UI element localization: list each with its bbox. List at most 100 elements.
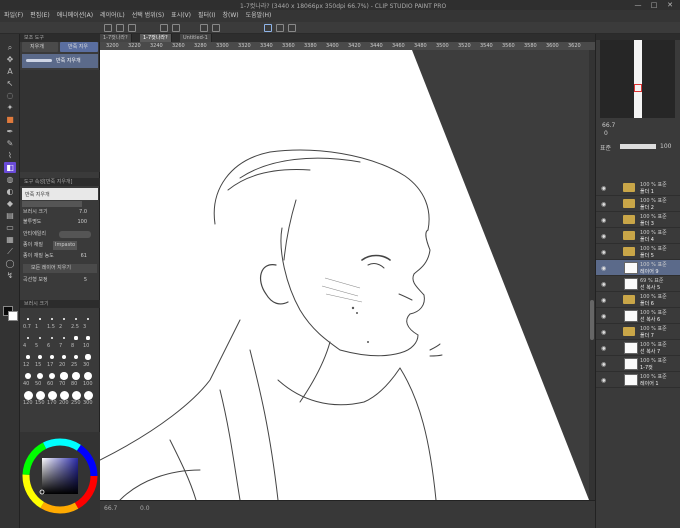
prop-brush-size[interactable]: 브러시 크기 7.0 (23, 208, 97, 217)
brush-size-option[interactable] (85, 354, 91, 360)
menu-animation[interactable]: 애니메이션(A) (57, 10, 93, 22)
tab-untitled[interactable]: Untitled-1 (180, 34, 212, 42)
visibility-eye-icon[interactable]: ◉ (601, 297, 606, 304)
layer-row[interactable]: ◉ 100 % 표준 폴더 6 (596, 292, 680, 308)
brush-size-option[interactable] (72, 372, 80, 380)
pencil-tool-icon[interactable]: ✎ (4, 138, 16, 149)
canvas-area[interactable] (100, 50, 595, 500)
color-wheel[interactable] (20, 432, 100, 518)
layer-row[interactable]: ◉ 100 % 표준 선 복사 6 (596, 308, 680, 324)
lasso-tool-icon[interactable]: ◌ (4, 90, 16, 101)
visibility-eye-icon[interactable]: ◉ (601, 361, 606, 368)
brush-size-option[interactable] (74, 317, 78, 321)
brush-size-option[interactable] (39, 318, 41, 320)
navigator-angle-value[interactable]: 0 (604, 130, 608, 137)
ruler-tool-icon[interactable]: ⟋ (4, 246, 16, 257)
angle-status[interactable]: 0.0 (140, 505, 150, 512)
menu-window[interactable]: 창(W) (223, 10, 239, 22)
open-file-icon[interactable] (116, 24, 124, 32)
correct-line-tool-icon[interactable]: ↯ (4, 270, 16, 281)
sub-tool-knead-eraser-button[interactable]: 반죽 지우 (60, 42, 98, 52)
frame-tool-icon[interactable]: ▦ (4, 234, 16, 245)
sub-tool-eraser-button[interactable]: 지우개 (22, 42, 58, 52)
brush-size-option[interactable] (35, 390, 45, 400)
prop-stabilization[interactable]: 곡선형 보정 5 (23, 276, 97, 285)
navigator-preview[interactable] (600, 40, 675, 118)
brush-size-option[interactable] (73, 354, 79, 360)
auto-select-tool-icon[interactable]: ✦ (4, 102, 16, 113)
text-tool-icon[interactable]: A (4, 66, 16, 77)
brush-size-option[interactable] (23, 390, 33, 400)
gradient-tool-icon[interactable]: ▤ (4, 210, 16, 221)
maximize-button[interactable]: □ (648, 0, 660, 10)
visibility-eye-icon[interactable]: ◉ (601, 217, 606, 224)
sub-color-swatch[interactable] (8, 311, 18, 321)
brush-size-option[interactable] (27, 318, 29, 320)
drawing-canvas[interactable] (100, 50, 595, 500)
brush-tool-icon[interactable]: ⌇ (4, 150, 16, 161)
layer-row[interactable]: ◉ 100 % 표준 레이어 1 (596, 372, 680, 388)
minimize-button[interactable]: — (632, 0, 644, 10)
menu-selection[interactable]: 선택 범위(S) (132, 10, 164, 22)
brush-size-option[interactable] (61, 354, 67, 360)
layer-row[interactable]: ◉ 100 % 표준 폴더 4 (596, 228, 680, 244)
visibility-eye-icon[interactable]: ◉ (601, 185, 606, 192)
brush-size-option[interactable] (74, 336, 78, 340)
layer-row[interactable]: ◉ 100 % 표준 1-7컷 (596, 356, 680, 372)
menu-edit[interactable]: 편집(E) (30, 10, 50, 22)
brush-size-option[interactable] (38, 336, 42, 340)
prop-paper-texture[interactable]: 종이 재질 Impasto (23, 241, 97, 250)
brush-size-option[interactable] (83, 371, 93, 381)
visibility-eye-icon[interactable]: ◉ (601, 233, 606, 240)
layer-opacity-value[interactable]: 100 (660, 143, 671, 150)
layer-row[interactable]: ◉ 69 % 표준 선 복사 5 (596, 276, 680, 292)
zoom-status[interactable]: 66.7 (104, 505, 117, 512)
eraser-tool-icon[interactable]: ◧ (4, 162, 16, 173)
brush-size-option[interactable] (26, 336, 30, 340)
menu-filter[interactable]: 필터(I) (198, 10, 216, 22)
visibility-eye-icon[interactable]: ◉ (601, 329, 606, 336)
brush-size-option[interactable] (86, 336, 90, 340)
brush-size-option[interactable] (26, 355, 30, 359)
layer-opacity-slider[interactable] (620, 144, 656, 149)
brush-preset-selected[interactable]: 반죽 지우개 (22, 54, 98, 68)
layer-row[interactable]: ◉ 100 % 표준 폴더 5 (596, 244, 680, 260)
layer-row[interactable]: ◉ 100 % 표준 폴더 2 (596, 196, 680, 212)
eyedropper-tool-icon[interactable]: ■ (4, 114, 16, 125)
snap-ruler-icon[interactable] (264, 24, 272, 32)
balloon-tool-icon[interactable]: ◯ (4, 258, 16, 269)
visibility-eye-icon[interactable]: ◉ (601, 281, 606, 288)
brush-size-option[interactable] (86, 317, 90, 321)
prop-value[interactable]: 5 (84, 276, 87, 285)
figure-tool-icon[interactable]: ▭ (4, 222, 16, 233)
pen-tool-icon[interactable]: ✒ (4, 126, 16, 137)
zoom-tool-icon[interactable]: ⌕ (4, 42, 16, 53)
undo-icon[interactable] (160, 24, 168, 32)
blend-tool-icon[interactable]: ◐ (4, 186, 16, 197)
layer-row[interactable]: ◉ 100 % 표준 레이어 9 (596, 260, 680, 276)
tab-document-1[interactable]: 1-7컷나라? (100, 34, 132, 42)
prop-antialias[interactable]: 안티에일리 (23, 230, 97, 239)
transform-icon[interactable] (212, 24, 220, 32)
airbrush-tool-icon[interactable]: ◍ (4, 174, 16, 185)
menu-file[interactable]: 파일(F) (4, 10, 23, 22)
visibility-eye-icon[interactable]: ◉ (601, 201, 606, 208)
brush-size-option[interactable] (47, 390, 57, 400)
operation-tool-icon[interactable]: ↖ (4, 78, 16, 89)
fill-icon[interactable] (200, 24, 208, 32)
layer-row[interactable]: ◉ 100 % 표준 선 복사 7 (596, 340, 680, 356)
snap-special-icon[interactable] (288, 24, 296, 32)
prop-texture-density[interactable]: 종이 재질 농도 61 (23, 252, 97, 261)
layer-blend-mode[interactable]: 표준 (600, 143, 611, 152)
brush-size-option[interactable] (50, 336, 54, 340)
brush-size-option[interactable] (71, 390, 81, 400)
visibility-eye-icon[interactable]: ◉ (601, 377, 606, 384)
brush-size-option[interactable] (62, 336, 66, 340)
paper-texture-value[interactable]: Impasto (53, 241, 78, 250)
prop-value[interactable]: 61 (81, 252, 87, 261)
menu-view[interactable]: 표시(V) (171, 10, 191, 22)
brush-size-option[interactable] (49, 354, 55, 360)
prop-erase-all-layers[interactable]: 모든 레이어 지우기 (23, 264, 97, 273)
snap-grid-icon[interactable] (276, 24, 284, 32)
brush-size-option[interactable] (59, 390, 69, 400)
